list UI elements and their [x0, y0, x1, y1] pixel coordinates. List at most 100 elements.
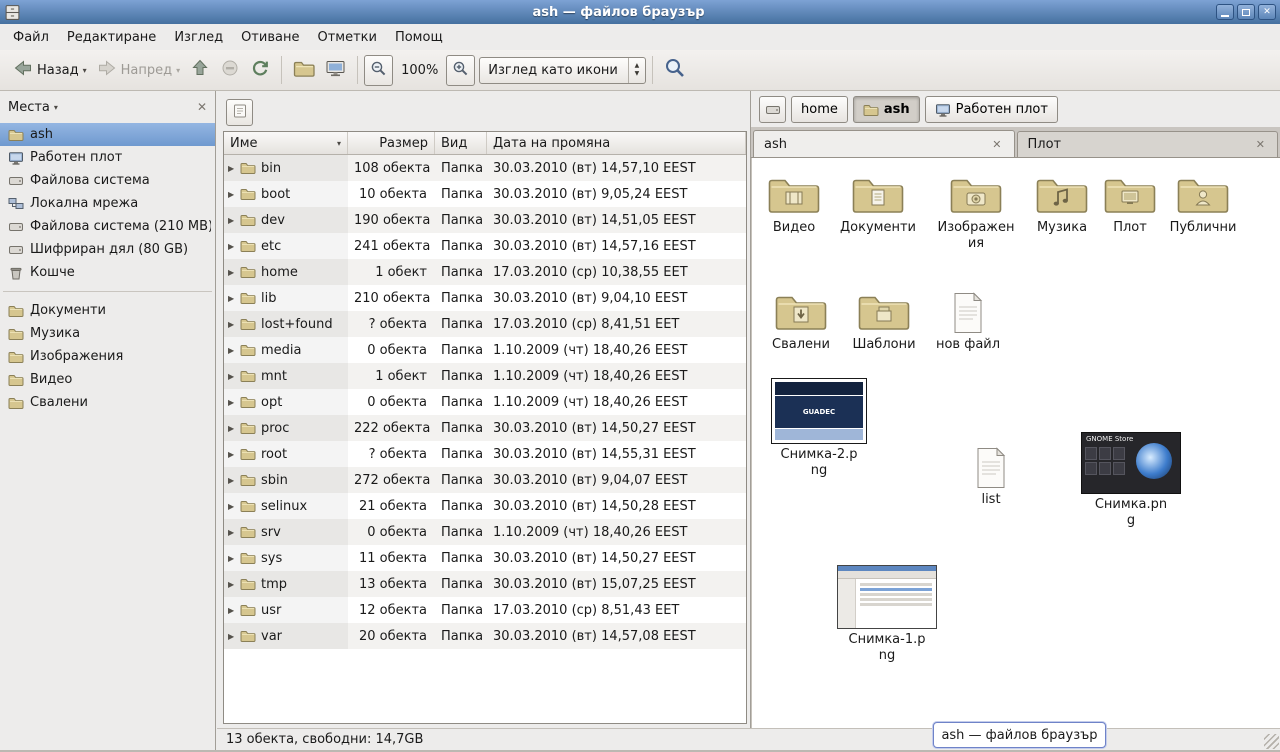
icon-item[interactable]: Снимка-1.png — [839, 565, 935, 663]
expander-icon[interactable]: ▶ — [228, 268, 240, 277]
column-header-name[interactable]: Име▾ — [224, 132, 348, 154]
icon-item[interactable]: нов файл — [920, 292, 1016, 353]
table-row[interactable]: ▶root? обектаПапка30.03.2010 (вт) 14,55,… — [224, 441, 746, 467]
menu-item-0[interactable]: Файл — [4, 26, 58, 49]
minimize-button[interactable] — [1216, 4, 1234, 20]
table-row[interactable]: ▶etc241 обектаПапка30.03.2010 (вт) 14,57… — [224, 233, 746, 259]
table-row[interactable]: ▶var20 обектаПапка30.03.2010 (вт) 14,57,… — [224, 623, 746, 649]
icon-item[interactable]: Шаблони — [836, 290, 932, 353]
icon-item[interactable]: GUADECСнимка-2.png — [771, 378, 867, 478]
table-row[interactable]: ▶media0 обектаПапка1.10.2009 (чт) 18,40,… — [224, 337, 746, 363]
home-button[interactable] — [288, 54, 320, 86]
icon-item[interactable]: Публични — [1155, 173, 1251, 236]
sidebar-item[interactable]: Кошче — [0, 261, 215, 284]
sidebar-mode-dropdown-icon[interactable]: ▾ — [54, 103, 58, 112]
expander-icon[interactable]: ▶ — [228, 554, 240, 563]
pathbar-root-button[interactable] — [759, 96, 786, 123]
taskbar-window-button[interactable]: ash — файлов браузър — [933, 722, 1106, 748]
expander-icon[interactable]: ▶ — [228, 294, 240, 303]
sidebar-item[interactable]: Документи — [0, 299, 215, 322]
menu-item-4[interactable]: Отметки — [308, 26, 385, 49]
menu-item-2[interactable]: Изглед — [165, 26, 232, 49]
table-row[interactable]: ▶boot10 обектаПапка30.03.2010 (вт) 9,05,… — [224, 181, 746, 207]
expander-icon[interactable]: ▶ — [228, 164, 240, 173]
table-row[interactable]: ▶sbin272 обектаПапка30.03.2010 (вт) 9,04… — [224, 467, 746, 493]
icon-item[interactable]: Изображения — [928, 173, 1024, 251]
table-row[interactable]: ▶lost+found? обектаПапка17.03.2010 (ср) … — [224, 311, 746, 337]
computer-button[interactable] — [320, 54, 351, 86]
icon-item[interactable]: GNOME StoreСнимка.png — [1083, 432, 1179, 528]
back-button[interactable]: Назад ▾ — [8, 54, 92, 86]
stop-button[interactable] — [215, 54, 245, 86]
table-row[interactable]: ▶dev190 обектаПапка30.03.2010 (вт) 14,51… — [224, 207, 746, 233]
tab-close-icon[interactable]: ✕ — [990, 138, 1003, 151]
column-header-kind[interactable]: Вид — [435, 132, 487, 154]
sidebar-item[interactable]: Файлова система — [0, 169, 215, 192]
path-button-home[interactable]: home — [791, 96, 848, 123]
icon-item[interactable]: Свалени — [753, 290, 849, 353]
close-button[interactable]: ✕ — [1258, 4, 1276, 20]
expander-icon[interactable]: ▶ — [228, 372, 240, 381]
forward-dropdown-icon[interactable]: ▾ — [176, 66, 180, 75]
expander-icon[interactable]: ▶ — [228, 242, 240, 251]
expander-icon[interactable]: ▶ — [228, 580, 240, 589]
sidebar-item[interactable]: Шифриран дял (80 GB) — [0, 238, 215, 261]
icon-view[interactable]: ВидеоДокументиИзображенияМузикаПлотПубли… — [751, 158, 1280, 728]
expander-icon[interactable]: ▶ — [228, 450, 240, 459]
expander-icon[interactable]: ▶ — [228, 476, 240, 485]
expander-icon[interactable]: ▶ — [228, 398, 240, 407]
table-row[interactable]: ▶tmp13 обектаПапка30.03.2010 (вт) 15,07,… — [224, 571, 746, 597]
icon-item[interactable]: Документи — [830, 173, 926, 236]
forward-button[interactable]: Напред ▾ — [92, 54, 186, 86]
icon-item[interactable]: list — [943, 447, 1039, 508]
tab-Плот[interactable]: Плот✕ — [1017, 131, 1279, 157]
expander-icon[interactable]: ▶ — [228, 502, 240, 511]
expander-icon[interactable]: ▶ — [228, 528, 240, 537]
tab-ash[interactable]: ash✕ — [753, 130, 1015, 157]
sidebar-item[interactable]: Видео — [0, 368, 215, 391]
maximize-button[interactable] — [1237, 4, 1255, 20]
expander-icon[interactable]: ▶ — [228, 320, 240, 329]
sidebar-item[interactable]: Работен плот — [0, 146, 215, 169]
sidebar-item[interactable]: Файлова система (210 MB) — [0, 215, 215, 238]
sidebar-item[interactable]: ash — [0, 123, 215, 146]
sidebar-close-icon[interactable]: ✕ — [197, 100, 207, 114]
path-button-ash[interactable]: ash — [853, 96, 920, 123]
expander-icon[interactable]: ▶ — [228, 216, 240, 225]
menu-item-3[interactable]: Отиване — [232, 26, 308, 49]
sidebar-item[interactable]: Локална мрежа — [0, 192, 215, 215]
menu-item-1[interactable]: Редактиране — [58, 26, 165, 49]
column-header-size[interactable]: Размер — [348, 132, 435, 154]
path-button-Работен плот[interactable]: Работен плот — [925, 96, 1058, 123]
expander-icon[interactable]: ▶ — [228, 346, 240, 355]
table-row[interactable]: ▶bin108 обектаПапка30.03.2010 (вт) 14,57… — [224, 155, 746, 181]
table-row[interactable]: ▶lib210 обектаПапка30.03.2010 (вт) 9,04,… — [224, 285, 746, 311]
column-header-date[interactable]: Дата на промяна — [487, 132, 746, 154]
view-mode-combo[interactable]: Изглед като икони ▲▼ — [479, 57, 646, 84]
menu-item-5[interactable]: Помощ — [386, 26, 452, 49]
expander-icon[interactable]: ▶ — [228, 424, 240, 433]
tab-close-icon[interactable]: ✕ — [1254, 138, 1267, 151]
reload-button[interactable] — [245, 54, 275, 86]
location-toggle-button[interactable] — [226, 99, 253, 126]
expander-icon[interactable]: ▶ — [228, 632, 240, 641]
expander-icon[interactable]: ▶ — [228, 190, 240, 199]
zoom-in-button[interactable] — [446, 55, 475, 86]
zoom-out-button[interactable] — [364, 55, 393, 86]
resize-grip[interactable] — [1264, 734, 1279, 749]
table-row[interactable]: ▶selinux21 обектаПапка30.03.2010 (вт) 14… — [224, 493, 746, 519]
table-row[interactable]: ▶usr12 обектаПапка17.03.2010 (ср) 8,51,4… — [224, 597, 746, 623]
combo-spin-icons[interactable]: ▲▼ — [628, 58, 645, 83]
titlebar[interactable]: ash — файлов браузър ✕ — [0, 0, 1280, 24]
search-button[interactable] — [659, 53, 691, 87]
table-row[interactable]: ▶srv0 обектаПапка1.10.2009 (чт) 18,40,26… — [224, 519, 746, 545]
back-dropdown-icon[interactable]: ▾ — [83, 66, 87, 75]
table-row[interactable]: ▶mnt1 обектПапка1.10.2009 (чт) 18,40,26 … — [224, 363, 746, 389]
table-row[interactable]: ▶home1 обектПапка17.03.2010 (ср) 10,38,5… — [224, 259, 746, 285]
sidebar-item[interactable]: Свалени — [0, 391, 215, 414]
table-row[interactable]: ▶sys11 обектаПапка30.03.2010 (вт) 14,50,… — [224, 545, 746, 571]
sidebar-item[interactable]: Музика — [0, 322, 215, 345]
table-row[interactable]: ▶proc222 обектаПапка30.03.2010 (вт) 14,5… — [224, 415, 746, 441]
sidebar-item[interactable]: Изображения — [0, 345, 215, 368]
icon-item[interactable]: Видео — [751, 173, 842, 236]
